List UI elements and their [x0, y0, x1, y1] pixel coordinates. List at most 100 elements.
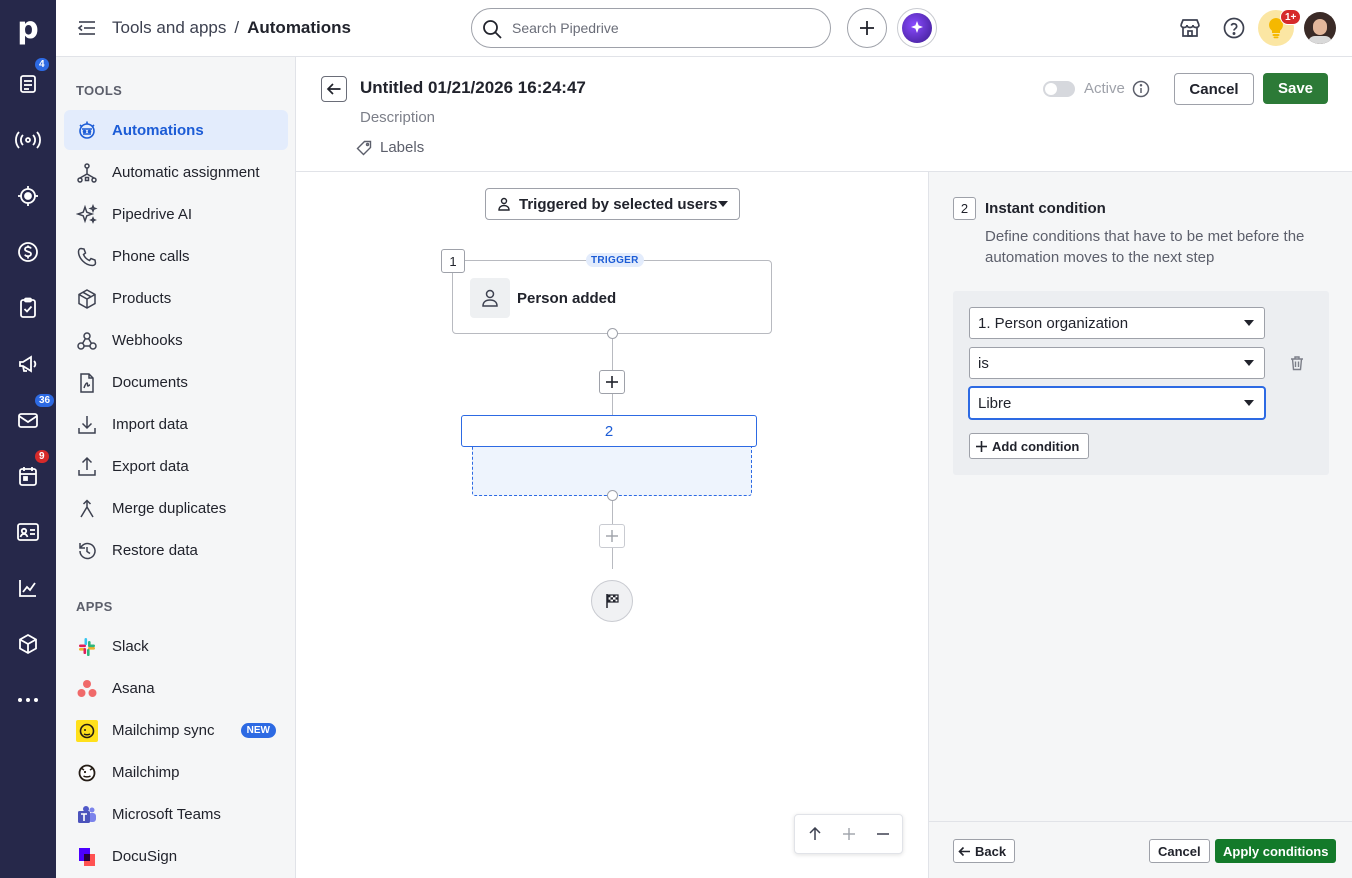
sidebar-item-mailchimp[interactable]: Mailchimp — [64, 752, 288, 792]
toggle-knob — [1045, 83, 1057, 95]
nav-insights[interactable] — [0, 560, 56, 616]
avatar-body — [1308, 36, 1332, 44]
tools-section-title: TOOLS — [76, 83, 123, 98]
sidebar-item-merge-duplicates[interactable]: Merge duplicates — [64, 488, 288, 528]
sidebar-item-mailchimp-sync[interactable]: Mailchimp sync NEW — [64, 710, 288, 750]
active-toggle[interactable] — [1043, 81, 1075, 97]
tools-sidebar: TOOLS Automations Automatic assignment P… — [56, 57, 296, 878]
labels-button[interactable]: Labels — [356, 139, 424, 156]
nav-contacts[interactable] — [0, 504, 56, 560]
trigger-step-card[interactable]: Person added — [452, 260, 772, 334]
breadcrumb: Tools and apps / Automations — [112, 18, 351, 38]
sidebar-item-label: Import data — [112, 415, 188, 433]
breadcrumb-tools-and-apps[interactable]: Tools and apps — [112, 18, 226, 38]
plus-icon — [976, 440, 987, 452]
panel-cancel-button[interactable]: Cancel — [1149, 839, 1210, 863]
sidebar-item-automatic-assignment[interactable]: Automatic assignment — [64, 152, 288, 192]
nav-activities-list[interactable] — [0, 280, 56, 336]
sidebar-item-documents[interactable]: Documents — [64, 362, 288, 402]
automation-canvas[interactable]: Triggered by selected users Person added… — [296, 172, 928, 878]
menu-collapse-icon — [77, 21, 95, 35]
activities-badge: 9 — [34, 449, 50, 464]
nav-more[interactable] — [0, 672, 56, 728]
trigger-icon-box — [470, 278, 510, 318]
sidebar-item-products[interactable]: Products — [64, 278, 288, 318]
add-condition-label: Add condition — [992, 438, 1080, 454]
sidebar-item-label: Microsoft Teams — [112, 805, 221, 823]
sidebar-item-pipedrive-ai[interactable]: Pipedrive AI — [64, 194, 288, 234]
plus-icon — [606, 376, 618, 388]
save-button[interactable]: Save — [1263, 73, 1328, 104]
collapse-sidebar-button[interactable] — [76, 17, 98, 39]
clipboard-check-icon — [20, 297, 36, 318]
caret-down-icon — [718, 201, 728, 207]
add-step-button[interactable] — [599, 370, 625, 394]
nav-products[interactable] — [0, 616, 56, 672]
sidebar-item-label: Slack — [112, 637, 149, 655]
sidebar-item-docusign[interactable]: DocuSign — [64, 836, 288, 876]
apply-conditions-button[interactable]: Apply conditions — [1215, 839, 1337, 863]
trigger-scope-label: Triggered by selected users — [519, 196, 718, 213]
mailchimp-icon — [76, 720, 98, 742]
assignment-icon — [77, 163, 97, 183]
zoom-out-button[interactable] — [876, 827, 890, 841]
sidebar-item-import-data[interactable]: Import data — [64, 404, 288, 444]
user-avatar[interactable] — [1304, 12, 1336, 44]
back-button[interactable] — [321, 76, 347, 102]
ai-orb — [902, 13, 932, 43]
merge-icon — [80, 499, 94, 518]
automation-description-field[interactable]: Description — [360, 109, 435, 126]
contact-card-icon — [17, 523, 39, 541]
condition-operator-select[interactable]: is — [969, 347, 1265, 379]
panel-back-button[interactable]: Back — [953, 839, 1016, 863]
nav-target[interactable] — [0, 168, 56, 224]
nav-deals[interactable] — [0, 112, 56, 168]
document-icon — [80, 373, 94, 393]
sidebar-item-restore-data[interactable]: Restore data — [64, 530, 288, 570]
cancel-button[interactable]: Cancel — [1174, 73, 1254, 105]
step-number-1: 1 — [441, 249, 465, 273]
help-icon — [1223, 17, 1245, 39]
sidebar-item-export-data[interactable]: Export data — [64, 446, 288, 486]
global-search[interactable] — [471, 8, 831, 48]
sidebar-item-label: Restore data — [112, 541, 198, 559]
scroll-up-button[interactable] — [808, 827, 822, 841]
nav-sales[interactable] — [0, 224, 56, 280]
active-info-button[interactable] — [1132, 80, 1150, 98]
zoom-in-button[interactable] — [842, 827, 856, 841]
sidebar-item-label: Phone calls — [112, 247, 190, 265]
labels-label: Labels — [380, 139, 425, 156]
sidebar-item-phone-calls[interactable]: Phone calls — [64, 236, 288, 276]
pipedrive-logo[interactable]: p — [0, 0, 56, 56]
avatar-face — [1313, 19, 1327, 35]
add-condition-button[interactable]: Add condition — [969, 433, 1090, 459]
condition-field-select[interactable]: 1. Person organization — [969, 307, 1265, 339]
sidebar-item-automations[interactable]: Automations — [64, 110, 288, 150]
megaphone-icon — [19, 355, 37, 373]
sidebar-item-slack[interactable]: Slack — [64, 626, 288, 666]
finish-flag-icon — [606, 594, 619, 608]
sidebar-item-asana[interactable]: Asana — [64, 668, 288, 708]
quick-add-button[interactable] — [847, 8, 887, 48]
sidebar-item-label: Products — [112, 289, 172, 307]
store-icon — [1180, 19, 1200, 37]
search-input[interactable] — [512, 18, 812, 38]
condition-value-select[interactable]: Libre — [969, 387, 1265, 419]
trigger-scope-dropdown[interactable]: Triggered by selected users — [485, 188, 740, 220]
delete-condition-button[interactable] — [1289, 355, 1305, 371]
marketplace-button[interactable] — [1178, 16, 1202, 40]
add-step-button-disabled[interactable] — [599, 524, 625, 548]
sidebar-item-webhooks[interactable]: Webhooks — [64, 320, 288, 360]
ai-assistant-button[interactable] — [897, 8, 937, 48]
trash-icon — [1291, 356, 1303, 371]
help-button[interactable] — [1222, 16, 1246, 40]
connector-dot — [607, 490, 618, 501]
top-bar: Tools and apps / Automations 1+ — [56, 0, 1352, 57]
sidebar-item-label: Automatic assignment — [112, 163, 260, 181]
zoom-out-icon — [877, 833, 889, 835]
automation-title[interactable]: Untitled 01/21/2026 16:24:47 — [360, 78, 586, 98]
condition-group: 1. Person organization is Libre Add cond… — [953, 291, 1329, 475]
nav-campaigns[interactable] — [0, 336, 56, 392]
sidebar-item-microsoft-teams[interactable]: Microsoft Teams — [64, 794, 288, 834]
condition-field-value: 1. Person organization — [978, 315, 1129, 332]
